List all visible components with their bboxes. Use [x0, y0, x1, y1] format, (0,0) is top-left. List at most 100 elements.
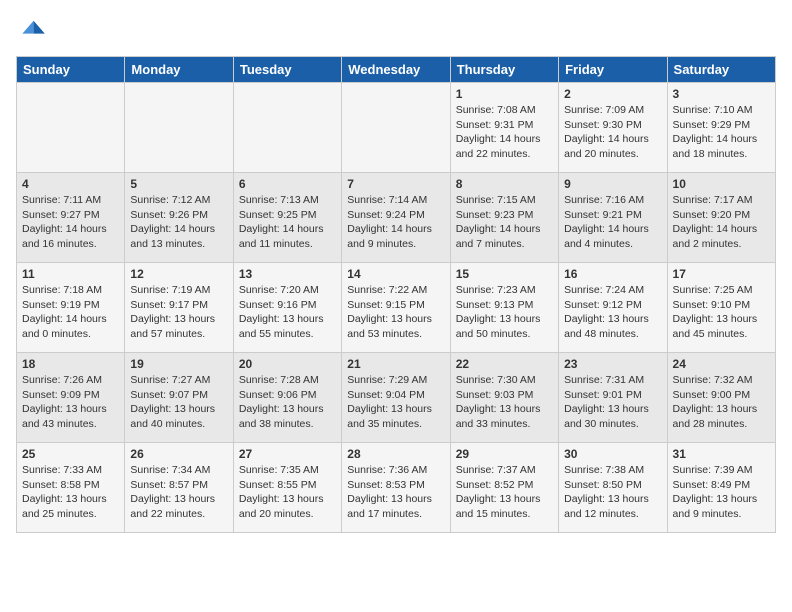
- cell-content: Sunrise: 7:08 AM Sunset: 9:31 PM Dayligh…: [456, 103, 553, 162]
- calendar-cell: 4 Sunrise: 7:11 AM Sunset: 9:27 PM Daylig…: [17, 173, 125, 263]
- day-number: 11: [22, 267, 119, 281]
- day-number: 28: [347, 447, 444, 461]
- calendar-cell: 23 Sunrise: 7:31 AM Sunset: 9:01 PM Dayli…: [559, 353, 667, 443]
- logo: [16, 16, 52, 48]
- cell-content: Sunrise: 7:10 AM Sunset: 9:29 PM Dayligh…: [673, 103, 770, 162]
- day-header-thursday: Thursday: [450, 57, 558, 83]
- calendar-cell: 6 Sunrise: 7:13 AM Sunset: 9:25 PM Daylig…: [233, 173, 341, 263]
- cell-content: Sunrise: 7:34 AM Sunset: 8:57 PM Dayligh…: [130, 463, 227, 522]
- cell-content: Sunrise: 7:28 AM Sunset: 9:06 PM Dayligh…: [239, 373, 336, 432]
- calendar-cell: 28 Sunrise: 7:36 AM Sunset: 8:53 PM Dayli…: [342, 443, 450, 533]
- cell-content: Sunrise: 7:17 AM Sunset: 9:20 PM Dayligh…: [673, 193, 770, 252]
- day-number: 22: [456, 357, 553, 371]
- cell-content: Sunrise: 7:35 AM Sunset: 8:55 PM Dayligh…: [239, 463, 336, 522]
- calendar-cell: 13 Sunrise: 7:20 AM Sunset: 9:16 PM Dayli…: [233, 263, 341, 353]
- calendar-cell: 17Sunrise: 7:25 AM Sunset: 9:10 PM Dayli…: [667, 263, 775, 353]
- calendar-cell: 5Sunrise: 7:12 AM Sunset: 9:26 PM Daylig…: [125, 173, 233, 263]
- calendar-cell: 30 Sunrise: 7:38 AM Sunset: 8:50 PM Dayli…: [559, 443, 667, 533]
- day-header-wednesday: Wednesday: [342, 57, 450, 83]
- day-number: 31: [673, 447, 770, 461]
- cell-content: Sunrise: 7:32 AM Sunset: 9:00 PM Dayligh…: [673, 373, 770, 432]
- calendar-cell: 7Sunrise: 7:14 AM Sunset: 9:24 PM Daylig…: [342, 173, 450, 263]
- calendar-cell: 31 Sunrise: 7:39 AM Sunset: 8:49 PM Dayli…: [667, 443, 775, 533]
- calendar-cell: 3 Sunrise: 7:10 AM Sunset: 9:29 PM Daylig…: [667, 83, 775, 173]
- cell-content: Sunrise: 7:37 AM Sunset: 8:52 PM Dayligh…: [456, 463, 553, 522]
- cell-content: Sunrise: 7:39 AM Sunset: 8:49 PM Dayligh…: [673, 463, 770, 522]
- calendar-cell: 9 Sunrise: 7:16 AM Sunset: 9:21 PM Daylig…: [559, 173, 667, 263]
- cell-content: Sunrise: 7:13 AM Sunset: 9:25 PM Dayligh…: [239, 193, 336, 252]
- cell-content: Sunrise: 7:36 AM Sunset: 8:53 PM Dayligh…: [347, 463, 444, 522]
- day-number: 21: [347, 357, 444, 371]
- cell-content: Sunrise: 7:24 AM Sunset: 9:12 PM Dayligh…: [564, 283, 661, 342]
- day-number: 9: [564, 177, 661, 191]
- calendar-cell: 12Sunrise: 7:19 AM Sunset: 9:17 PM Dayli…: [125, 263, 233, 353]
- calendar-cell: 26 Sunrise: 7:34 AM Sunset: 8:57 PM Dayli…: [125, 443, 233, 533]
- calendar-week-row: 18Sunrise: 7:26 AM Sunset: 9:09 PM Dayli…: [17, 353, 776, 443]
- cell-content: Sunrise: 7:15 AM Sunset: 9:23 PM Dayligh…: [456, 193, 553, 252]
- day-number: 7: [347, 177, 444, 191]
- calendar-cell: [233, 83, 341, 173]
- calendar-cell: [17, 83, 125, 173]
- day-number: 13: [239, 267, 336, 281]
- day-number: 2: [564, 87, 661, 101]
- calendar-week-row: 11 Sunrise: 7:18 AM Sunset: 9:19 PM Dayli…: [17, 263, 776, 353]
- calendar-table: SundayMondayTuesdayWednesdayThursdayFrid…: [16, 56, 776, 533]
- day-header-tuesday: Tuesday: [233, 57, 341, 83]
- calendar-cell: 27 Sunrise: 7:35 AM Sunset: 8:55 PM Dayli…: [233, 443, 341, 533]
- cell-content: Sunrise: 7:31 AM Sunset: 9:01 PM Dayligh…: [564, 373, 661, 432]
- day-number: 12: [130, 267, 227, 281]
- calendar-cell: 2 Sunrise: 7:09 AM Sunset: 9:30 PM Daylig…: [559, 83, 667, 173]
- day-number: 24: [673, 357, 770, 371]
- logo-icon: [16, 16, 48, 48]
- day-number: 17: [673, 267, 770, 281]
- cell-content: Sunrise: 7:29 AM Sunset: 9:04 PM Dayligh…: [347, 373, 444, 432]
- calendar-cell: 22 Sunrise: 7:30 AM Sunset: 9:03 PM Dayli…: [450, 353, 558, 443]
- cell-content: Sunrise: 7:09 AM Sunset: 9:30 PM Dayligh…: [564, 103, 661, 162]
- day-number: 4: [22, 177, 119, 191]
- cell-content: Sunrise: 7:33 AM Sunset: 8:58 PM Dayligh…: [22, 463, 119, 522]
- calendar-week-row: 25 Sunrise: 7:33 AM Sunset: 8:58 PM Dayli…: [17, 443, 776, 533]
- day-number: 10: [673, 177, 770, 191]
- day-number: 6: [239, 177, 336, 191]
- cell-content: Sunrise: 7:16 AM Sunset: 9:21 PM Dayligh…: [564, 193, 661, 252]
- day-header-friday: Friday: [559, 57, 667, 83]
- cell-content: Sunrise: 7:27 AM Sunset: 9:07 PM Dayligh…: [130, 373, 227, 432]
- cell-content: Sunrise: 7:18 AM Sunset: 9:19 PM Dayligh…: [22, 283, 119, 342]
- cell-content: Sunrise: 7:38 AM Sunset: 8:50 PM Dayligh…: [564, 463, 661, 522]
- day-header-sunday: Sunday: [17, 57, 125, 83]
- calendar-cell: [125, 83, 233, 173]
- calendar-header-row: SundayMondayTuesdayWednesdayThursdayFrid…: [17, 57, 776, 83]
- calendar-cell: 20 Sunrise: 7:28 AM Sunset: 9:06 PM Dayli…: [233, 353, 341, 443]
- day-number: 15: [456, 267, 553, 281]
- calendar-cell: [342, 83, 450, 173]
- day-number: 14: [347, 267, 444, 281]
- day-number: 30: [564, 447, 661, 461]
- day-number: 8: [456, 177, 553, 191]
- day-number: 1: [456, 87, 553, 101]
- day-number: 25: [22, 447, 119, 461]
- calendar-cell: 21 Sunrise: 7:29 AM Sunset: 9:04 PM Dayli…: [342, 353, 450, 443]
- day-number: 3: [673, 87, 770, 101]
- day-header-monday: Monday: [125, 57, 233, 83]
- calendar-cell: 10 Sunrise: 7:17 AM Sunset: 9:20 PM Dayli…: [667, 173, 775, 263]
- calendar-cell: 14 Sunrise: 7:22 AM Sunset: 9:15 PM Dayli…: [342, 263, 450, 353]
- calendar-cell: 18Sunrise: 7:26 AM Sunset: 9:09 PM Dayli…: [17, 353, 125, 443]
- calendar-cell: 25 Sunrise: 7:33 AM Sunset: 8:58 PM Dayli…: [17, 443, 125, 533]
- day-number: 27: [239, 447, 336, 461]
- calendar-cell: 19Sunrise: 7:27 AM Sunset: 9:07 PM Dayli…: [125, 353, 233, 443]
- day-number: 20: [239, 357, 336, 371]
- day-number: 23: [564, 357, 661, 371]
- cell-content: Sunrise: 7:30 AM Sunset: 9:03 PM Dayligh…: [456, 373, 553, 432]
- calendar-week-row: 4 Sunrise: 7:11 AM Sunset: 9:27 PM Daylig…: [17, 173, 776, 263]
- cell-content: Sunrise: 7:11 AM Sunset: 9:27 PM Dayligh…: [22, 193, 119, 252]
- calendar-week-row: 1 Sunrise: 7:08 AM Sunset: 9:31 PM Daylig…: [17, 83, 776, 173]
- calendar-cell: 29 Sunrise: 7:37 AM Sunset: 8:52 PM Dayli…: [450, 443, 558, 533]
- day-number: 29: [456, 447, 553, 461]
- cell-content: Sunrise: 7:20 AM Sunset: 9:16 PM Dayligh…: [239, 283, 336, 342]
- calendar-cell: 11 Sunrise: 7:18 AM Sunset: 9:19 PM Dayli…: [17, 263, 125, 353]
- calendar-cell: 15Sunrise: 7:23 AM Sunset: 9:13 PM Dayli…: [450, 263, 558, 353]
- cell-content: Sunrise: 7:22 AM Sunset: 9:15 PM Dayligh…: [347, 283, 444, 342]
- calendar-cell: 8 Sunrise: 7:15 AM Sunset: 9:23 PM Daylig…: [450, 173, 558, 263]
- day-number: 26: [130, 447, 227, 461]
- calendar-cell: 24 Sunrise: 7:32 AM Sunset: 9:00 PM Dayli…: [667, 353, 775, 443]
